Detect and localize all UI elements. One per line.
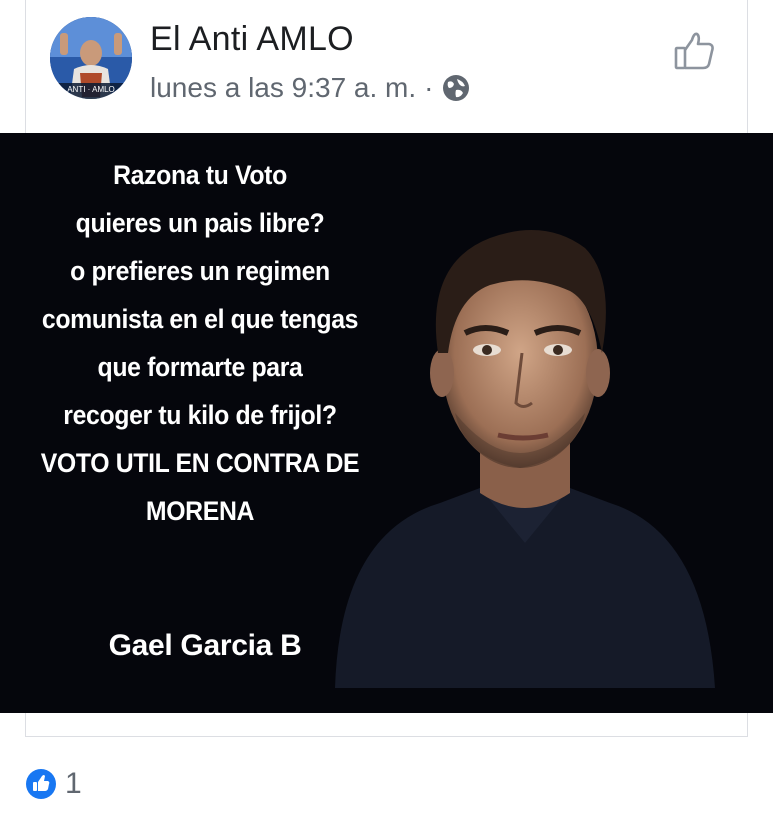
like-icon[interactable] [672,28,718,74]
page-name-link[interactable]: El Anti AMLO [150,20,354,59]
avatar-caption: ANTI · AMLO [67,85,115,94]
quote-line: quieres un pais libre? [75,208,325,238]
reaction-summary[interactable]: 1 [25,767,82,801]
quote-line: MORENA [145,496,255,526]
meta-separator: · [424,72,434,103]
page-avatar[interactable]: ANTI · AMLO [50,17,132,99]
like-reaction-icon [26,769,56,799]
quote-line: comunista en el que tengas [41,304,359,334]
quote-line: o prefieres un regimen [70,256,330,286]
quote-line: que formarte para [97,352,303,382]
reaction-count: 1 [65,767,82,800]
globe-icon[interactable] [441,73,471,103]
quote-line: VOTO UTIL EN CONTRA DE [40,448,360,478]
post-timestamp[interactable]: lunes a las 9:37 a. m. [150,72,416,104]
quote-line: recoger tu kilo de frijol? [63,400,337,430]
portrait-photo [335,230,715,688]
post-image[interactable]: Razona tu Voto quieres un pais libre? o … [0,133,773,713]
signature-text: Gael Garcia B [108,629,302,662]
post-meta: lunes a las 9:37 a. m. · [150,72,471,104]
quote-line: Razona tu Voto [113,160,287,190]
quote-text: Razona tu Voto quieres un pais libre? o … [16,151,384,535]
